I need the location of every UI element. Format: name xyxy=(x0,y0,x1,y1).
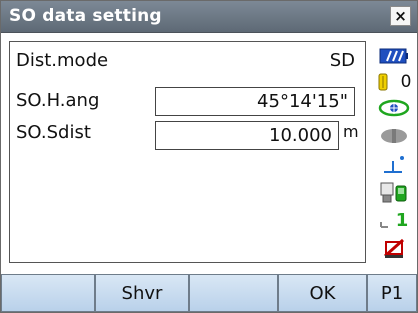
tilt-icon[interactable] xyxy=(371,151,417,177)
communication-icon[interactable] xyxy=(371,179,417,205)
softkey-shvr[interactable]: Shvr xyxy=(95,274,189,312)
settings-panel: Dist.mode SD SO.H.ang 45°14'15" SO.Sdist… xyxy=(9,41,366,263)
status-sidebar: 0 1 xyxy=(371,41,417,263)
target-count-indicator[interactable]: 0 xyxy=(371,69,417,95)
softkey-ok[interactable]: OK xyxy=(278,274,367,312)
dist-mode-value[interactable]: SD xyxy=(330,50,355,71)
memory-card-icon[interactable] xyxy=(371,235,417,261)
page-number: 1 xyxy=(395,209,409,231)
count-value: 0 xyxy=(400,72,412,92)
target-icon[interactable] xyxy=(371,95,417,121)
so-h-ang-input[interactable]: 45°14'15" xyxy=(155,87,355,116)
prism-constant-icon xyxy=(378,73,388,91)
so-sdist-unit: m xyxy=(343,122,359,141)
battery-icon[interactable] xyxy=(371,43,417,69)
close-icon: × xyxy=(394,6,407,25)
dialog-window: SO data setting × Dist.mode SD SO.H.ang … xyxy=(0,0,418,313)
close-button[interactable]: × xyxy=(390,6,411,26)
so-sdist-label: SO.Sdist xyxy=(16,122,91,143)
so-sdist-input[interactable]: 10.000 xyxy=(155,121,339,150)
input-mode-icon[interactable]: 1 xyxy=(371,207,417,233)
dist-mode-label: Dist.mode xyxy=(16,50,109,71)
softkey-page[interactable]: P1 xyxy=(367,274,417,312)
softkey-3[interactable] xyxy=(189,274,278,312)
title-bar: SO data setting × xyxy=(1,1,417,33)
softkey-1[interactable] xyxy=(1,274,95,312)
window-title: SO data setting xyxy=(9,6,162,26)
so-h-ang-label: SO.H.ang xyxy=(16,90,100,111)
softkey-bar: Shvr OK P1 xyxy=(1,274,417,312)
laser-plummet-icon[interactable] xyxy=(371,123,417,149)
